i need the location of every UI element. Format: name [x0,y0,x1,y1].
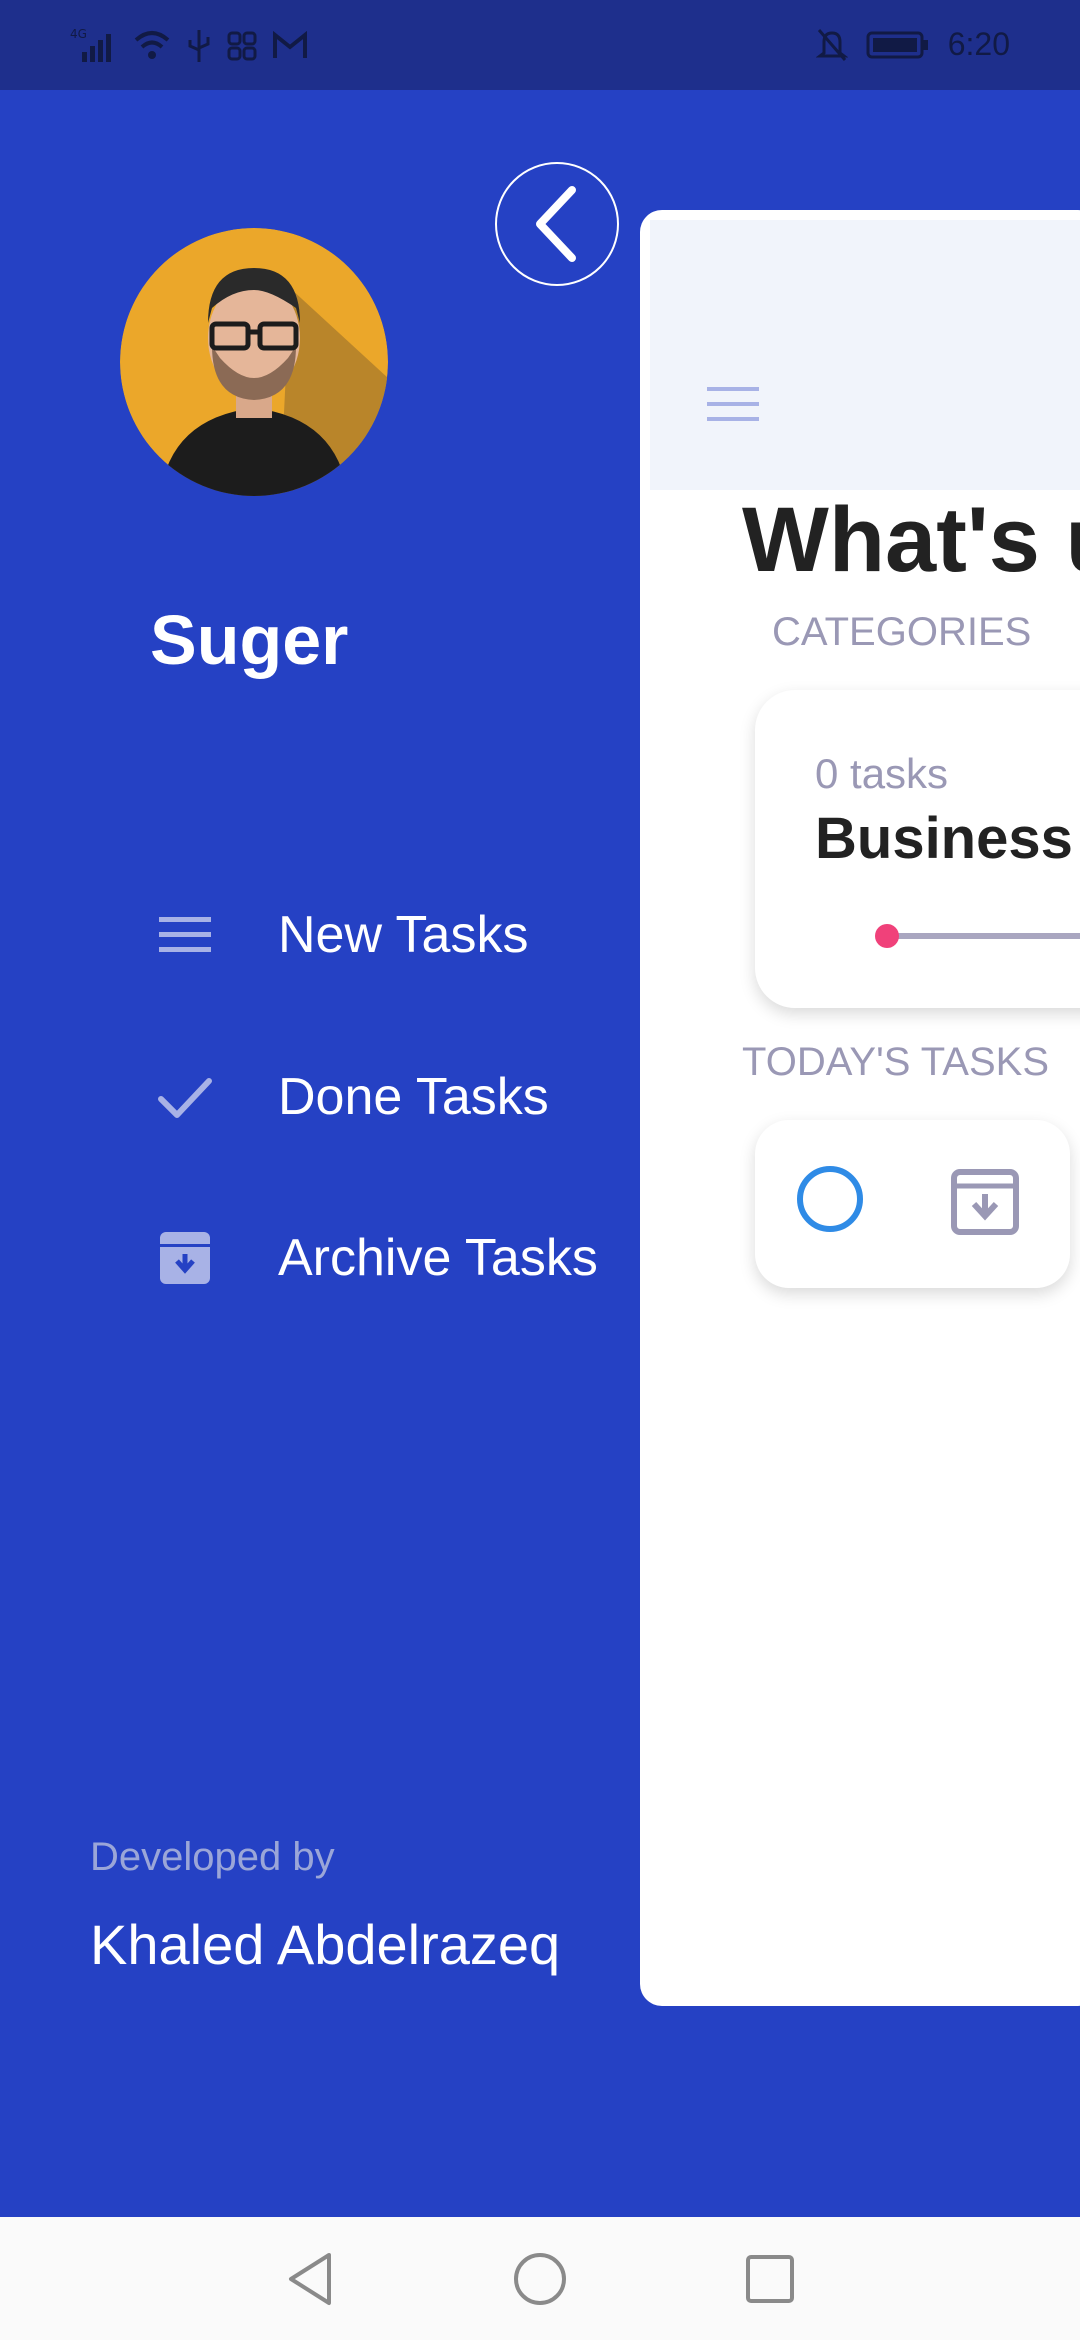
todays-tasks-heading: TODAY'S TASKS [742,1040,1049,1084]
status-time: 6:20 [947,26,1010,62]
list-icon [155,905,215,965]
status-right-icons: 6:20 [815,26,1010,63]
content-app-bar [650,220,1080,490]
app-icon [227,31,257,61]
nav-back-button[interactable] [278,2247,342,2311]
status-bar: 4G 6:20 [0,0,1080,90]
avatar [120,228,388,496]
category-task-count: 0 tasks [815,750,949,797]
user-name: Suger [150,601,349,679]
archive-icon[interactable] [950,1168,1020,1241]
menu-icon[interactable] [705,385,761,430]
status-left-icons: 4G [70,26,308,66]
home-circle-icon [514,2253,566,2305]
developer-name: Khaled Abdelrazeq [90,1913,561,1976]
usb-icon [188,30,210,62]
gmail-icon [273,31,307,58]
developed-by-label: Developed by [90,1835,335,1879]
category-name: Business [815,806,1073,871]
wifi-icon [134,31,170,59]
signal-icon: 4G [70,27,111,62]
category-progress-indicator [875,924,899,948]
task-card[interactable] [755,1120,1070,1288]
archive-icon [155,1228,215,1288]
close-drawer-button[interactable] [495,162,619,286]
menu-item-archive-tasks[interactable]: Archive Tasks [155,1208,635,1308]
system-navigation-bar [0,2217,1080,2340]
task-checkbox[interactable] [797,1166,863,1232]
battery-icon [866,31,928,58]
menu-item-label: Archive Tasks [278,1229,598,1287]
check-icon [155,1067,215,1127]
page-headline: What's u [742,489,1080,591]
menu-item-new-tasks[interactable]: New Tasks [155,885,635,985]
main-content-preview[interactable]: What's u CATEGORIES 0 tasks Business TOD… [640,210,1080,2006]
back-triangle-icon [289,2253,331,2305]
nav-recents-button[interactable] [738,2247,802,2311]
svg-text:4G: 4G [70,27,87,41]
categories-heading: CATEGORIES [772,610,1032,654]
category-card[interactable]: 0 tasks Business [755,690,1080,1008]
menu-item-done-tasks[interactable]: Done Tasks [155,1047,635,1147]
chevron-left-icon [536,186,576,262]
menu-item-label: Done Tasks [278,1068,549,1126]
recents-square-icon [746,2255,794,2303]
mute-icon [815,28,848,61]
menu-item-label: New Tasks [278,906,529,964]
nav-home-button[interactable] [508,2247,572,2311]
category-progress-track [887,933,1080,939]
